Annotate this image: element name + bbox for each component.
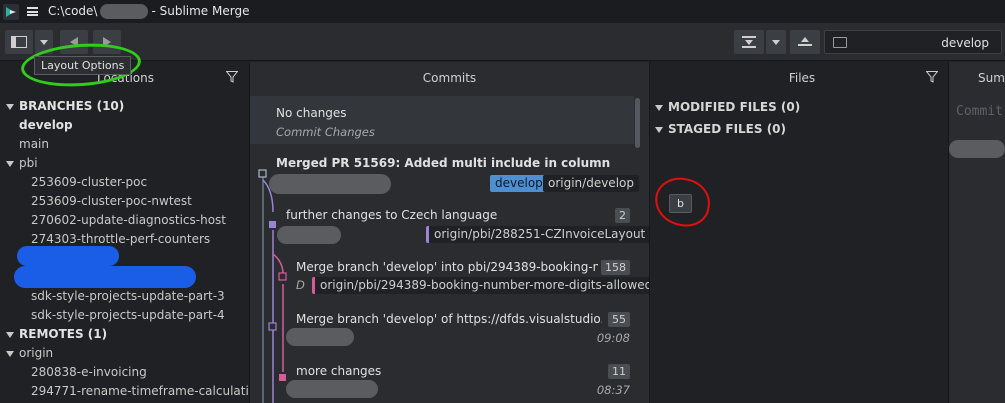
pull-icon [742, 36, 756, 48]
navigate-forward-button[interactable] [93, 30, 121, 54]
commits-title: Commits [422, 71, 477, 85]
expand-triangle-icon [6, 160, 14, 167]
commit-row[interactable]: further changes to Czech language 2 orig… [250, 202, 651, 252]
commits-header: Commits [250, 62, 649, 94]
staged-files-section[interactable]: STAGED FILES (0) [655, 120, 786, 139]
commits-scrollbar[interactable] [635, 98, 640, 148]
layout-options-button[interactable] [5, 30, 33, 54]
expand-triangle-icon [655, 126, 663, 133]
files-title: Files [788, 71, 816, 85]
b-button[interactable]: b [669, 194, 692, 213]
chevron-down-icon [772, 39, 780, 45]
commit-subject: Merge branch 'develop' into pbi/294389-b… [296, 260, 598, 274]
commit-row[interactable]: Merge branch 'develop' into pbi/294389-b… [250, 254, 658, 304]
window-title: C:\code\ - Sublime Merge [48, 4, 250, 19]
title-bar: C:\code\ - Sublime Merge [0, 0, 1005, 23]
chevron-down-icon [40, 39, 48, 45]
filter-icon[interactable] [226, 71, 238, 83]
branch-label-origin-develop[interactable]: origin/develop [543, 175, 639, 192]
toolbar: develop [0, 23, 1005, 61]
redacted-branch [17, 246, 119, 266]
terminal-icon [833, 37, 847, 48]
branch-folder-pbi[interactable]: pbi [6, 154, 38, 173]
arrow-left-icon [70, 37, 78, 47]
commit-row[interactable]: Merge branch 'develop' of https://dfds.v… [250, 306, 634, 356]
expand-triangle-icon [6, 103, 14, 110]
locations-panel: Locations BRANCHES (10) develop main pbi… [0, 62, 255, 403]
branch-main[interactable]: main [19, 135, 49, 154]
remote-branch-item[interactable]: 294771-rename-timeframe-calculatic [31, 382, 255, 401]
branch-develop[interactable]: develop [19, 116, 73, 135]
commit-message-placeholder[interactable]: Commit [956, 104, 1003, 119]
remote-origin[interactable]: origin [6, 344, 53, 363]
commit-changes-label: Commit Changes [276, 125, 375, 139]
filter-icon[interactable] [926, 71, 938, 83]
pull-dropdown-button[interactable] [766, 30, 786, 54]
files-panel: Files MODIFIED FILES (0) STAGED FILES (0… [650, 62, 948, 403]
commit-time: 08:37 [596, 383, 630, 397]
modified-files-section[interactable]: MODIFIED FILES (0) [655, 98, 800, 117]
summary-panel: Summary Commit [949, 62, 1005, 403]
push-button[interactable] [790, 30, 820, 54]
menu-icon[interactable] [27, 7, 38, 16]
remotes-section[interactable]: REMOTES (1) [6, 325, 107, 344]
commit-row[interactable]: more changes 11 08:37 [250, 358, 634, 403]
redacted-author [286, 380, 378, 398]
commit-file-count: 2 [615, 208, 630, 223]
redacted-author [277, 226, 341, 244]
uncommitted-row[interactable]: No changes Commit Changes [250, 96, 634, 144]
expand-triangle-icon [6, 331, 14, 338]
branch-label[interactable]: origin/pbi/288251-CZInvoiceLayout [426, 226, 651, 243]
branch-item[interactable]: 253609-cluster-poc-nwtest [31, 192, 192, 211]
commit-row[interactable]: Merged PR 51569: Added multi include in … [250, 150, 639, 200]
redacted-branch [14, 266, 196, 288]
branch-item[interactable]: 253609-cluster-poc [31, 173, 147, 192]
remote-branch-item[interactable]: 280838-e-invoicing [31, 363, 147, 382]
branch-item[interactable]: 270602-update-diagnostics-host [31, 211, 226, 230]
summary-header: Summary [949, 62, 1005, 94]
commit-author-initial: D [296, 278, 305, 292]
layout-options-tooltip: Layout Options [34, 56, 132, 75]
commit-file-count: 11 [608, 364, 630, 379]
files-header: Files [650, 62, 948, 94]
no-changes-label: No changes [276, 106, 347, 120]
pull-button[interactable] [734, 30, 764, 54]
search-value: develop [941, 36, 989, 50]
commits-panel: Commits No changes Commit Changes Merged… [250, 62, 658, 403]
branch-label[interactable]: origin/pbi/294389-booking-number-more-di… [312, 277, 658, 294]
branches-section[interactable]: BRANCHES (10) [6, 97, 124, 116]
sublime-merge-logo-icon [3, 3, 19, 20]
commit-subject: more changes [296, 364, 382, 378]
commit-subject: further changes to Czech language [286, 208, 498, 222]
commit-subject: Merge branch 'develop' of https://dfds.v… [296, 312, 602, 326]
redacted-author [269, 174, 391, 194]
expand-triangle-icon [6, 350, 14, 357]
commit-file-count: 55 [608, 312, 630, 327]
search-input[interactable]: develop [824, 30, 1002, 54]
redacted-summary [949, 140, 1005, 158]
summary-title: Summary [978, 71, 1005, 85]
branch-label-develop[interactable]: develop [490, 175, 548, 192]
branch-item[interactable]: sdk-style-projects-update-part-4 [31, 306, 225, 325]
commit-subject: Merged PR 51569: Added multi include in … [276, 156, 611, 170]
push-icon [798, 37, 812, 46]
commit-time: 09:08 [596, 331, 630, 345]
commit-file-count: 158 [601, 260, 630, 275]
sidebar-layout-icon [11, 36, 27, 48]
expand-triangle-icon [655, 104, 663, 111]
arrow-right-icon [103, 37, 111, 47]
redacted-author [286, 328, 354, 346]
navigate-back-button[interactable] [60, 30, 88, 54]
branch-item[interactable]: sdk-style-projects-update-part-3 [31, 287, 225, 306]
layout-dropdown-button[interactable] [35, 30, 53, 54]
